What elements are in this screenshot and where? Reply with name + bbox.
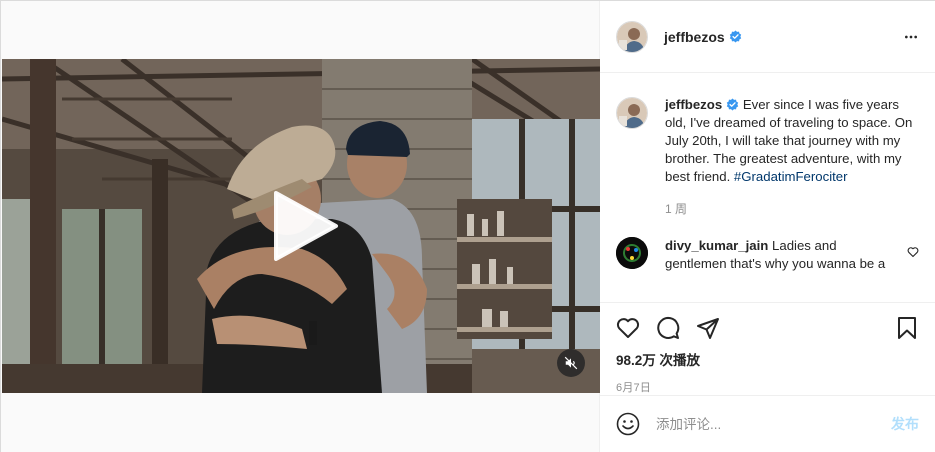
caption-username[interactable]: jeffbezos [665,97,722,112]
caption-text-block: jeffbezos Ever since I was five years ol… [665,96,915,186]
post-date[interactable]: 6月7日 [616,379,919,395]
comment-button[interactable] [656,316,680,340]
verified-badge-icon [729,30,741,43]
play-button[interactable] [270,191,340,261]
post-comment-button[interactable]: 发布 [891,414,919,434]
action-icons [616,303,919,351]
commenter-photo [616,237,648,269]
emoji-button[interactable] [616,412,640,436]
muted-speaker-icon [564,356,578,370]
like-button[interactable] [616,316,640,340]
comment-text-block: divy_kumar_jain Ladies and gentlemen tha… [665,237,887,273]
share-button[interactable] [696,316,720,340]
comment-input[interactable] [656,416,866,432]
post-sidebar: jeffbezos jeffbezos Ever since I was fiv… [600,1,935,452]
caption: jeffbezos Ever since I was five years ol… [616,74,919,186]
caption-avatar[interactable] [616,97,648,129]
play-icon [274,191,338,261]
comment-icon [657,317,680,339]
more-options-button[interactable] [903,29,919,45]
view-count[interactable]: 98.2万 次播放 [616,349,919,369]
profile-photo [617,21,647,52]
heart-outline-icon [907,247,919,258]
post-actions: 98.2万 次播放 6月7日 [600,302,935,395]
profile-photo [617,98,647,128]
emoji-icon [616,412,640,436]
more-horizontal-icon [905,35,917,38]
save-button[interactable] [895,316,919,340]
header-username[interactable]: jeffbezos [664,29,725,45]
comments-list[interactable]: jeffbezos Ever since I was five years ol… [600,74,935,302]
media-panel [1,1,600,452]
verified-badge-icon [726,98,739,111]
caption-time[interactable]: 1 周 [665,200,919,217]
avatar[interactable] [616,20,648,53]
hashtag-link[interactable]: #GradatimFerociter [734,169,848,184]
comment-like-button[interactable] [907,245,919,263]
comment-item: divy_kumar_jain Ladies and gentlemen tha… [616,237,919,273]
post-header: jeffbezos [600,1,935,73]
bookmark-icon [898,317,916,339]
heart-icon [616,318,640,338]
post-dialog: jeffbezos jeffbezos Ever since I was fiv… [0,0,935,452]
comment-avatar[interactable] [616,237,648,269]
comment-username[interactable]: divy_kumar_jain [665,238,768,253]
video-player[interactable] [2,59,600,393]
share-icon [697,318,719,339]
mute-button[interactable] [557,349,585,377]
add-comment-bar: 发布 [600,395,935,452]
